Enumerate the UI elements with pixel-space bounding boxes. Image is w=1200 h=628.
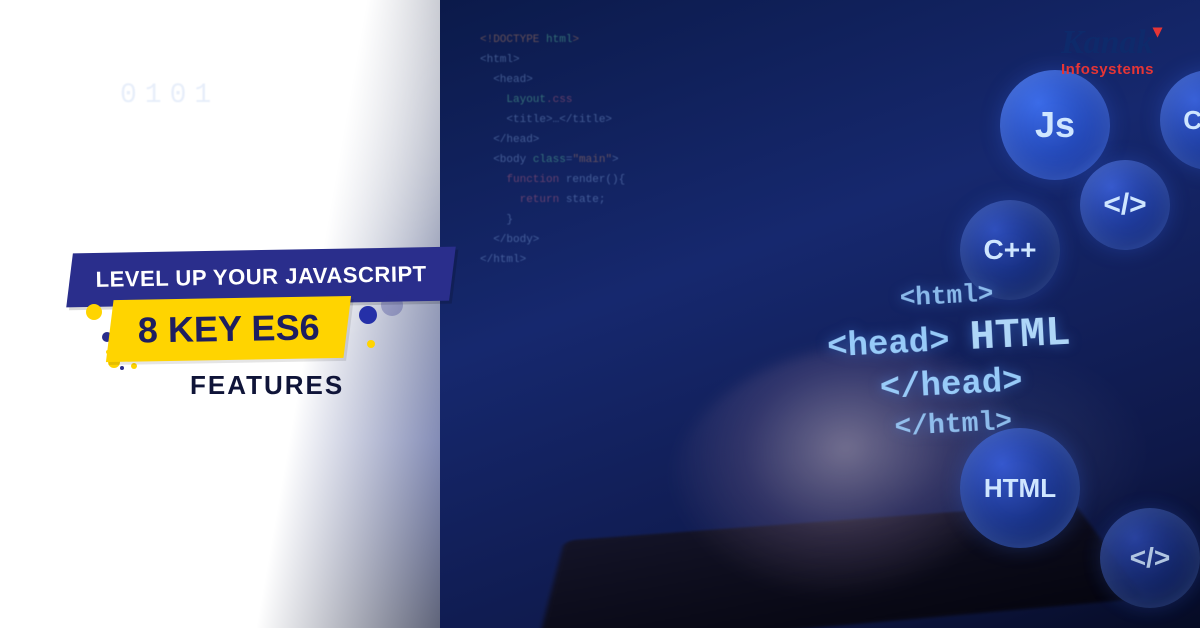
bubble-html: HTML [960,428,1080,548]
decor-dot [86,304,102,320]
float-l2-mid: HTML [969,308,1072,361]
bubble-code: </> [1080,160,1170,250]
floating-html-tags: <html> <head> HTML </head> </html> [766,271,1134,452]
background-code: <!DOCTYPE html> <html> <head> Layout.css… [480,30,625,270]
bubble-code2: </> [1100,508,1200,608]
photo-area: <!DOCTYPE html> <html> <head> Layout.css… [440,0,1200,628]
bubble-js: Js [1000,70,1110,180]
float-line-2: <head> HTML </head> [768,303,1132,417]
headline-mid-bar: 8 KEY ES6 [106,296,352,362]
float-l2-left: <head> [826,323,950,367]
logo-line-2: Infosystems [1061,62,1154,77]
bubble-css-label: CSS [1183,105,1200,136]
headline-bottom-text: FEATURES [190,370,520,401]
banner-canvas: <!DOCTYPE html> <html> <head> Layout.css… [0,0,1200,628]
headline-block: LEVEL UP YOUR JAVASCRIPT 8 KEY ES6 FEATU… [70,250,520,401]
logo-line-1: Kanak▾ [1061,26,1154,60]
bubble-html-label: HTML [984,473,1056,504]
bubble-cpp-label: C++ [984,234,1037,266]
decor-dot [359,306,377,324]
brand-logo: Kanak▾ Infosystems [1061,26,1154,77]
bubble-code2-label: </> [1130,542,1170,574]
decor-dot [381,294,403,316]
faint-binary: 0101 [120,80,219,111]
decor-dot [367,340,375,348]
bubble-css: CSS [1160,70,1200,170]
headline-top-text: LEVEL UP YOUR JAVASCRIPT [95,261,426,293]
bubble-code-label: </> [1103,188,1146,222]
float-l2-right: </head> [879,363,1024,408]
logo-accent-icon: ▾ [1153,22,1162,40]
logo-name: Kanak [1061,24,1154,61]
headline-mid-text: 8 KEY ES6 [137,306,320,351]
bubble-js-label: Js [1035,104,1075,146]
